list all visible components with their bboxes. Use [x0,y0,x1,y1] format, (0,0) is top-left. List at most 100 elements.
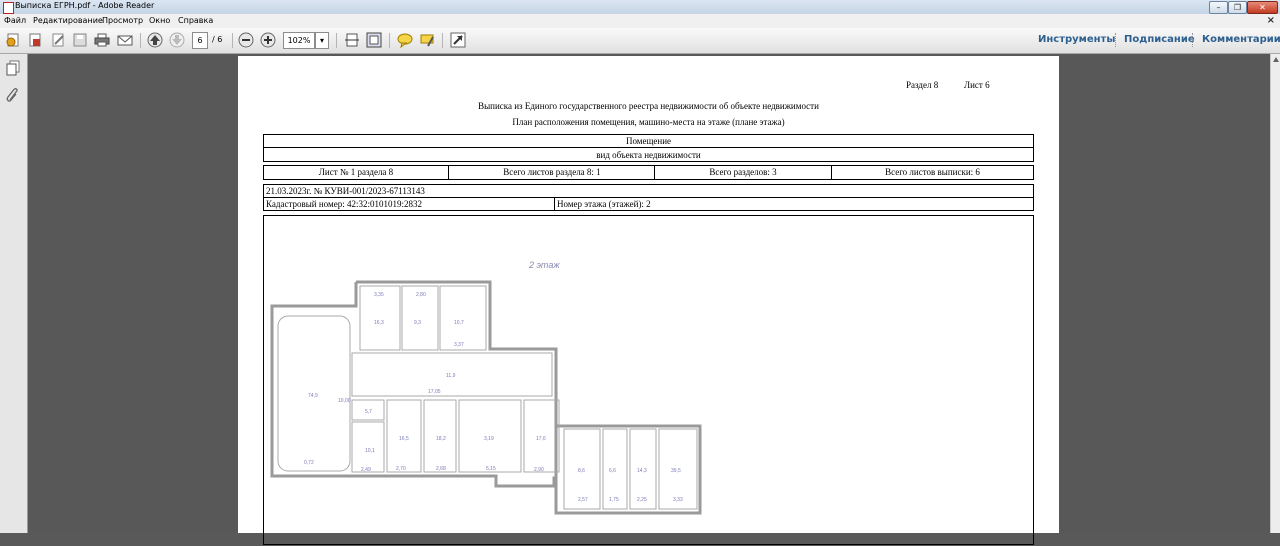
title-bar: Выписка ЕГРН.pdf - Adobe Reader – ❐ ✕ [0,0,1280,14]
record-row: 21.03.2023г. № КУВИ-001/2023-67113143 [263,184,1034,198]
menu-help[interactable]: Справка [178,16,213,25]
plan-area-label: 74,9 [308,393,318,399]
save-icon[interactable] [72,32,88,48]
print-icon[interactable] [94,32,110,48]
close-document-icon[interactable]: × [1267,15,1275,26]
open-file-icon[interactable] [5,32,21,48]
object-type-caption: вид объекта недвижимости [596,150,701,160]
plan-area-label: 16,3 [374,320,384,326]
zoom-out-icon[interactable] [238,32,254,48]
plan-dimension-label: 2,90 [534,467,544,473]
plan-area-label: 16,5 [399,436,409,442]
menu-edit[interactable]: Редактирование [33,16,103,25]
document-title: Выписка из Единого государственного реес… [478,101,819,111]
plan-dimension-label: 0,72 [304,460,314,466]
next-page-icon[interactable] [169,32,185,48]
email-icon[interactable] [117,32,133,48]
object-type-row: Помещение [263,134,1034,148]
previous-page-icon[interactable] [147,32,163,48]
expand-icon[interactable] [450,32,466,48]
plan-area-label: 14,3 [637,468,647,474]
sheet-info-cell: Всего листов выписки: 6 [885,167,980,177]
plan-dimension-label: 2,70 [396,466,406,472]
menu-view[interactable]: Просмотр [102,16,143,25]
vertical-scrollbar[interactable] [1270,54,1280,533]
plan-area-label: 11,9 [446,373,456,379]
plan-dimension-label: 1,75 [609,497,619,503]
toolbar-separator [442,33,443,48]
floor-caption: 2 этаж [528,260,560,270]
plan-area-label: 10,7 [454,320,464,326]
edit-pdf-icon[interactable] [50,32,66,48]
fit-page-icon[interactable] [366,32,382,48]
sheet-info-cell: Всего разделов: 3 [709,167,777,177]
object-type-value: Помещение [625,136,672,146]
link-separator [1115,33,1116,47]
record-number: 21.03.2023г. № КУВИ-001/2023-67113143 [266,186,425,196]
plan-dimension-label: 3,37 [454,342,464,348]
window-title: Выписка ЕГРН.pdf - Adobe Reader [15,1,155,10]
page-total-label: / 6 [212,35,223,44]
comment-bubble-icon[interactable] [397,32,413,48]
plan-dimension-label: 2,57 [578,497,588,503]
plan-dimension-label: 2,25 [637,497,647,503]
tools-link[interactable]: Инструменты [1038,34,1115,45]
sheet-info-row: Лист № 1 раздела 8 Всего листов раздела … [263,165,1034,180]
sheet-info-cell: Всего листов раздела 8: 1 [503,167,601,177]
plan-dimension-label: 2,80 [416,292,426,298]
plan-area-label: 6,6 [609,468,616,474]
zoom-in-icon[interactable] [260,32,276,48]
floor-plan-frame: 2 этаж 3,35 2,80 9,3 16,3 10,7 3,37 11,9… [263,215,1034,545]
plan-dimension-label: 3,33 [673,497,683,503]
sheet-info-cell: Лист № 1 раздела 8 [318,167,394,177]
toolbar-separator [336,33,337,48]
scroll-up-arrow-icon[interactable] [1273,57,1279,62]
page-thumbnails-icon[interactable] [6,60,20,76]
plan-dimension-label: 5,15 [486,466,496,472]
attachments-paperclip-icon[interactable] [6,88,20,104]
plan-area-label: 18,2 [436,436,446,442]
pdf-document-icon [3,2,14,14]
document-subtitle: План расположения помещения, машино-мест… [512,117,785,127]
floor-number: Номер этажа (этажей): 2 [557,199,651,209]
close-window-button[interactable]: ✕ [1247,1,1278,14]
menu-bar: Файл Редактирование Просмотр Окно Справк… [0,14,1280,28]
toolbar-separator [140,33,141,48]
plan-dimension-label: 2,49 [361,467,371,473]
menu-window[interactable]: Окно [149,16,170,25]
toolbar-separator [389,33,390,48]
pdf-page: Раздел 8 Лист 6 Выписка из Единого госуд… [238,56,1059,545]
highlight-icon[interactable] [419,32,435,48]
section-number: Раздел 8 [906,80,939,90]
page-number-input[interactable]: 6 [192,32,208,49]
sheet-number: Лист 6 [964,80,990,90]
plan-area-label: 5,7 [365,409,372,415]
object-type-caption-row: вид объекта недвижимости [263,147,1034,162]
link-separator [1192,33,1193,47]
sign-link[interactable]: Подписание [1124,34,1195,45]
create-pdf-icon[interactable] [27,32,43,48]
plan-area-label: 8,6 [578,468,585,474]
plan-dimension-label: 3,35 [374,292,384,298]
plan-area-label: 17,6 [536,436,546,442]
cadastral-row: Кадастровый номер: 42:32:0101019:2832 Но… [263,197,1034,211]
zoom-dropdown-chevron-icon[interactable]: ▾ [315,32,329,49]
plan-area-label: 9,3 [414,320,421,326]
menu-file[interactable]: Файл [4,16,26,25]
plan-area-label: 3,19 [484,436,494,442]
toolbar-separator [232,33,233,48]
zoom-level-input[interactable]: 102% [283,32,315,49]
floor-plan-drawing: 2 этаж 3,35 2,80 9,3 16,3 10,7 3,37 11,9… [270,260,702,515]
toolbar: 6 / 6 102% ▾ Инструменты Подписание Комм… [0,28,1280,54]
plan-area-label: 10,1 [365,448,375,454]
minimize-button[interactable]: – [1209,1,1228,14]
fit-width-icon[interactable] [344,32,360,48]
plan-dimension-label: 17,05 [428,389,441,395]
plan-dimension-label: 10,00 [338,398,351,404]
maximize-button[interactable]: ❐ [1228,1,1247,14]
plan-dimension-label: 2,68 [436,466,446,472]
plan-area-label: 39,5 [671,468,681,474]
cadastral-number: Кадастровый номер: 42:32:0101019:2832 [266,199,422,209]
comment-link[interactable]: Комментарии [1202,34,1280,45]
navigation-panel [0,54,28,533]
